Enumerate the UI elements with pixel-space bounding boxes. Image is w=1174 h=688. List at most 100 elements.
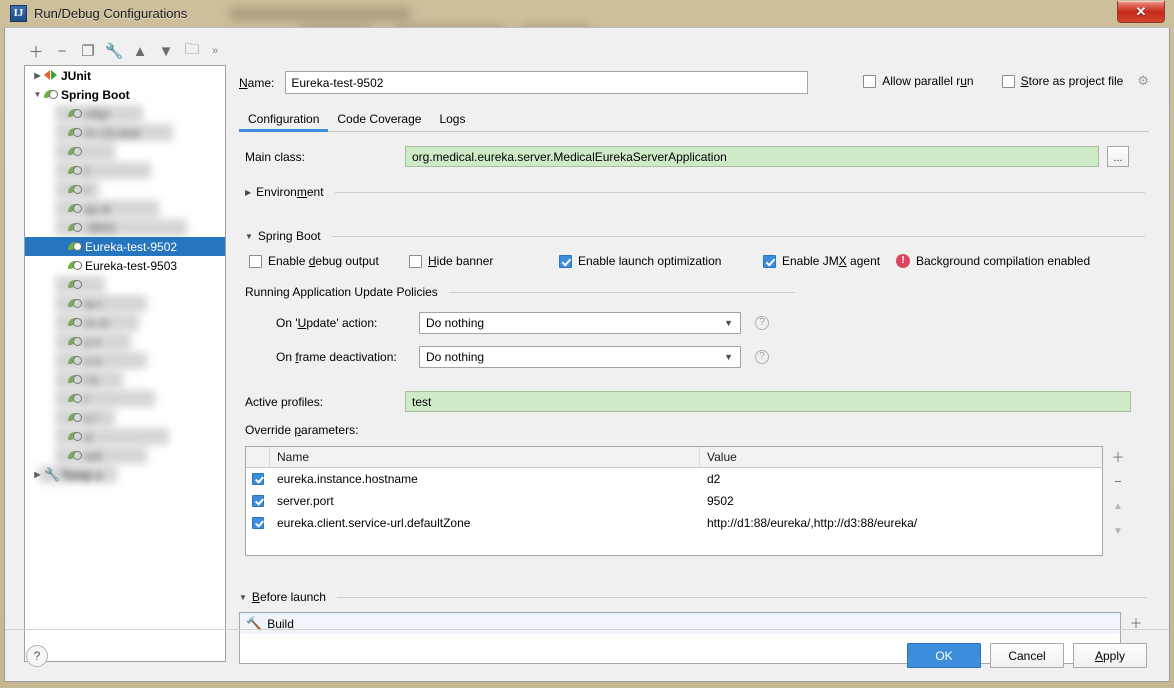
tree-item[interactable]: -9501 [25,218,225,237]
allow-parallel-run-label: Allow parallel run [882,74,974,88]
dialog-buttons: OK Cancel Apply [907,643,1147,668]
gear-icon[interactable]: ⚙ [1137,73,1149,89]
move-down-button[interactable]: ▼ [154,40,178,62]
tree-twisty[interactable]: ▼ [31,90,44,99]
table-row[interactable]: server.port 9502 [246,490,1102,512]
apply-button[interactable]: Apply [1073,643,1147,668]
row-parameter-value[interactable]: 9502 [700,494,1102,508]
row-parameter-name[interactable]: eureka.client.service-url.defaultZone [270,516,700,530]
tree-item[interactable]: t [25,161,225,180]
tab-logs[interactable]: Logs [430,112,474,131]
row-parameter-value[interactable]: d2 [700,472,1102,486]
add-parameter-button[interactable]: ＋ [1108,448,1128,465]
tree-item[interactable]: u / [25,408,225,427]
tree-item[interactable]: s o [25,351,225,370]
tab-code-coverage[interactable]: Code Coverage [328,112,430,131]
store-as-project-file-checkbox[interactable]: Store as project file ⚙ [1001,73,1149,89]
on-frame-deactivation-combobox[interactable]: Do nothing ▼ [419,346,741,368]
tree-item[interactable]: ro ct [25,313,225,332]
on-update-action-label: On 'Update' action: [276,316,378,330]
enable-jmx-agent-checkbox[interactable]: Enable JMX agent [763,254,896,268]
tree-item[interactable] [25,275,225,294]
tree-item[interactable]: la t [25,294,225,313]
tree-item-label: a [85,429,92,444]
window-title: Run/Debug Configurations [34,6,188,21]
copy-configuration-button[interactable]: ❐ [76,40,100,62]
tab-configuration[interactable]: Configuration [239,112,329,132]
spring-boot-icon [68,202,82,215]
tree-item[interactable]: r [25,180,225,199]
tree-item[interactable]: ▶ JUnit [25,66,225,85]
ok-button[interactable]: OK [907,643,981,668]
update-policies-section-header: Running Application Update Policies [245,285,795,299]
tree-item[interactable]: A i (1)-test [25,123,225,142]
tree-item[interactable]: ▶ 🔧 Temp s [25,465,225,484]
spring-boot-icon [68,221,82,234]
run-debug-configurations-window: IJ Run/Debug Configurations ✕ ＋ − ❐ 🔧 ▲ … [0,0,1174,688]
main-class-label: Main class: [245,149,306,164]
tree-item[interactable]: y v [25,332,225,351]
edit-templates-button[interactable]: 🔧 [102,40,126,62]
table-row[interactable]: eureka.instance.hostname d2 [246,468,1102,490]
tree-item[interactable]: ▼ Spring Boot [25,85,225,104]
tree-twisty[interactable]: ▶ [31,470,44,479]
cancel-button[interactable]: Cancel [990,643,1064,668]
row-parameter-name[interactable]: eureka.instance.hostname [270,472,700,486]
remove-configuration-button[interactable]: − [50,40,74,62]
tree-item-label: Eureka-test-9503 [85,258,178,273]
table-row[interactable]: eureka.client.service-url.defaultZone htt… [246,512,1102,534]
move-parameter-down-button[interactable]: ▼ [1108,523,1128,539]
on-update-action-combobox[interactable]: Do nothing ▼ [419,312,741,334]
spring-boot-section-header[interactable]: ▼ Spring Boot [245,229,1145,243]
close-icon[interactable]: ✕ [1117,1,1165,23]
spring-boot-icon [68,145,82,158]
row-enabled-check-box-box [252,473,264,485]
tree-item[interactable]: qu w [25,199,225,218]
environment-section-label: Environment [256,185,324,199]
add-before-launch-task-button[interactable]: ＋ [1126,614,1146,631]
row-parameter-name[interactable]: server.port [270,494,700,508]
allow-parallel-run-checkbox[interactable]: Allow parallel run [863,74,974,88]
warning-icon: ! [896,254,910,268]
move-into-folder-button[interactable]: 🗀 [180,40,204,62]
enable-debug-output-label: Enable debug output [268,254,379,268]
override-parameters-table[interactable]: Name Value eureka.instance.hostname d2 ser… [245,446,1103,556]
move-up-button[interactable]: ▲ [128,40,152,62]
row-enabled-checkbox[interactable] [246,473,270,485]
row-parameter-value[interactable]: http://d1:88/eureka/,http://d3:88/eureka… [700,516,1102,530]
tree-item[interactable]: l [25,389,225,408]
chevron-down-icon: ▼ [245,231,253,241]
tree-item[interactable]: ent [25,446,225,465]
tree-item[interactable]: Eureka-test-9502 [25,237,225,256]
browse-main-class-button[interactable]: ... [1107,146,1129,167]
on-frame-deactivation-help-icon[interactable]: ? [755,350,769,364]
more-options-button[interactable]: » [206,40,224,62]
name-label: Name: [239,75,275,90]
on-update-action-help-icon[interactable]: ? [755,316,769,330]
table-header-row: Name Value [246,447,1102,468]
tree-twisty[interactable]: ▶ [31,71,44,80]
main-class-input[interactable]: org.medical.eureka.server.MedicalEurekaS… [405,146,1099,167]
configuration-panel: Main class: org.medical.eureka.server.Me… [239,138,1151,664]
configurations-tree[interactable]: ▶ JUnit ▼ Spring Boot nApi A i (1)-test t r qu w… [24,65,226,662]
tree-item[interactable]: nApi [25,104,225,123]
help-button[interactable]: ? [26,644,48,667]
remove-parameter-button[interactable]: − [1108,473,1128,489]
hide-banner-checkbox[interactable]: Hide banner [409,254,559,268]
before-launch-section-header[interactable]: ▼ Before launch [239,590,1147,604]
environment-section-header[interactable]: ▶ Environment [245,185,1145,199]
move-parameter-up-button[interactable]: ▲ [1108,498,1128,514]
add-configuration-button[interactable]: ＋ [24,40,48,62]
spring-boot-icon [68,411,82,424]
tree-item[interactable]: l a [25,370,225,389]
tree-item[interactable]: Eureka-test-9503 [25,256,225,275]
row-enabled-checkbox[interactable] [246,517,270,529]
active-profiles-input[interactable]: test [405,391,1131,412]
tree-item[interactable]: a [25,427,225,446]
name-input[interactable] [285,71,809,94]
enable-launch-optimization-checkbox[interactable]: Enable launch optimization [559,254,763,268]
on-update-action-value: Do nothing [426,316,485,330]
row-enabled-checkbox[interactable] [246,495,270,507]
enable-debug-output-checkbox[interactable]: Enable debug output [249,254,409,268]
tree-item[interactable] [25,142,225,161]
